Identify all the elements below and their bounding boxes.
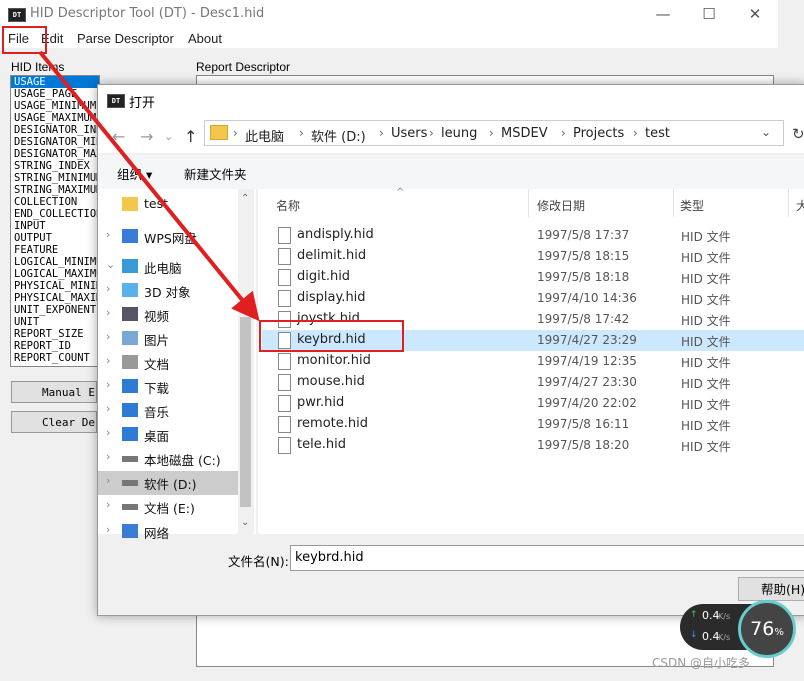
download-speed: 0.4 [702, 630, 720, 643]
cpu-gauge: 76% [738, 600, 796, 658]
upload-speed: 0.4 [702, 609, 720, 622]
download-speed-unit: K/s [718, 633, 731, 642]
cpu-percent: 76 [750, 618, 775, 640]
cpu-percent-sign: % [774, 627, 784, 638]
upload-speed-unit: K/s [718, 612, 731, 621]
upload-arrow-icon: ↑ [690, 610, 698, 620]
download-arrow-icon: ↓ [690, 630, 698, 640]
annotation-arrow [38, 50, 260, 322]
watermark: CSDN @自小吃多 [652, 656, 751, 670]
